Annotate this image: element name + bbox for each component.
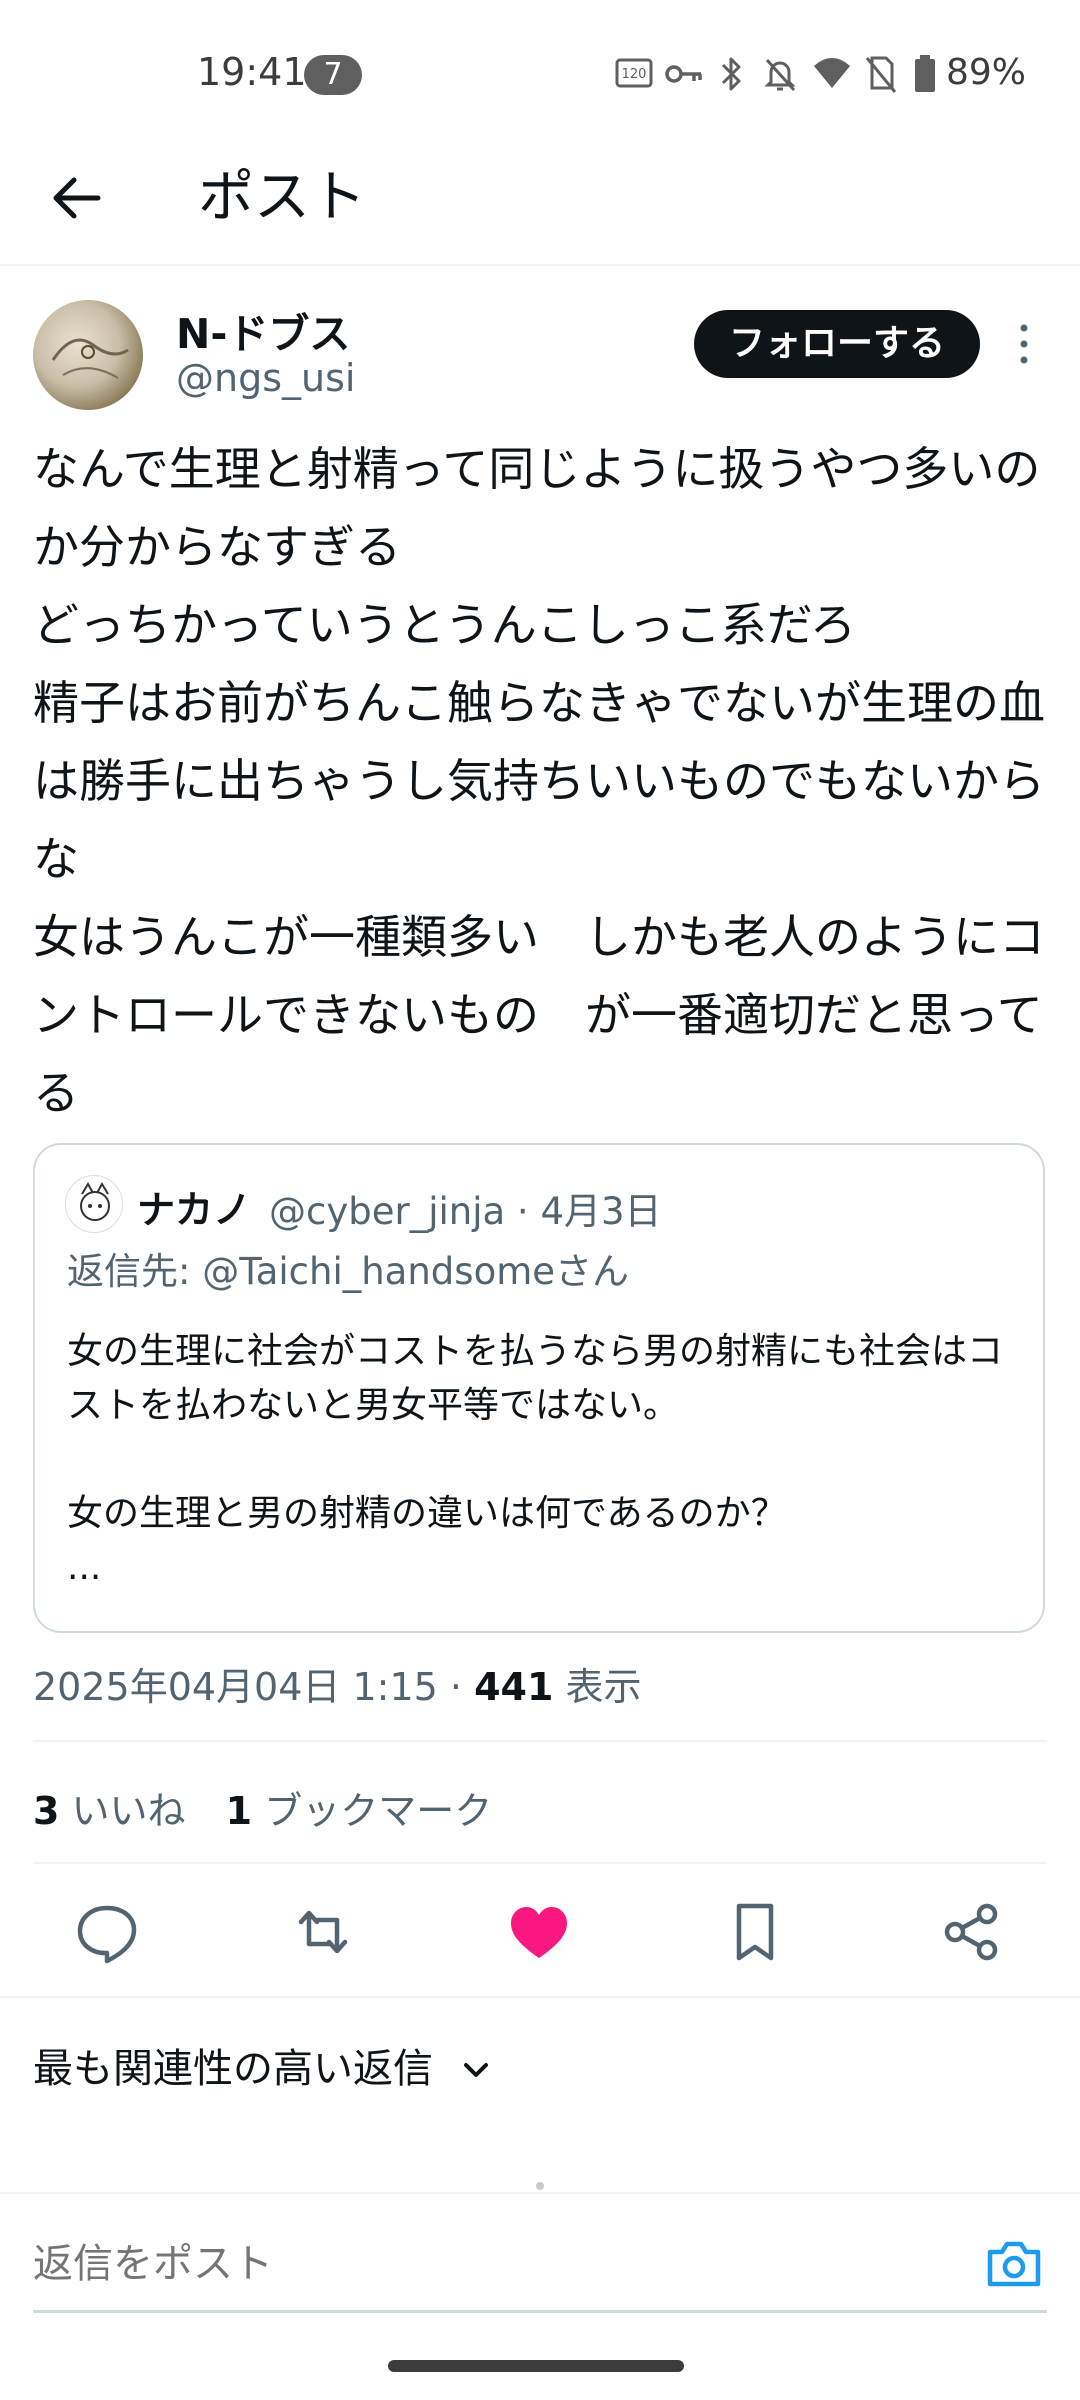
post-text: なんで生理と射精って同じように扱うやつ多いのか分からなすぎる どっちかっていうと…: [33, 442, 1045, 1120]
bookmarks-stat[interactable]: 1 ブックマーク: [226, 1789, 493, 1833]
share-icon: [944, 1903, 998, 1961]
reply-icon: [77, 1905, 137, 1964]
avatar-image: [80, 1182, 110, 1221]
camera-icon: [987, 2241, 1041, 2287]
avatar-image: [51, 338, 129, 379]
battery-percentage: 89%: [946, 52, 1027, 93]
status-clock: 19:41: [197, 50, 307, 94]
notification-count-badge: 7: [304, 55, 362, 95]
home-indicator[interactable]: [388, 2360, 684, 2372]
quoted-author-avatar: [65, 1175, 123, 1233]
author-handle[interactable]: @ngs_usi: [176, 356, 355, 400]
author-avatar[interactable]: [33, 300, 143, 410]
replies-sort-dropdown[interactable]: 最も関連性の高い返信: [33, 2036, 494, 2094]
more-vertical-icon: [1020, 324, 1028, 364]
quoted-post-text: 女の生理に社会がコストを払うなら男の射精にも社会はコストを払わないと男女平等では…: [67, 1331, 1004, 1588]
like-button[interactable]: [499, 1892, 579, 1972]
quoted-post-card[interactable]: ナカノ @cyber_jinja · 4月3日 返信先: @Taichi_han…: [33, 1143, 1045, 1633]
quoted-author-name: ナカノ: [137, 1188, 252, 1232]
author-name[interactable]: N-ドブス: [176, 300, 350, 360]
separator: ·: [449, 1665, 475, 1709]
bluetooth-icon: [721, 57, 741, 91]
no-sim-icon: [865, 56, 897, 93]
status-bar: 19:41 7 120 89%: [0, 0, 1080, 130]
120hz-icon: 120: [615, 58, 653, 88]
bookmark-icon: [736, 1903, 774, 1961]
likes-count: 3: [33, 1789, 60, 1833]
likes-stat[interactable]: 3 いいね: [33, 1789, 198, 1833]
retweet-button[interactable]: [283, 1892, 363, 1972]
divider: [33, 1740, 1047, 1742]
bookmarks-count: 1: [225, 1789, 253, 1833]
replies-sort-label: 最も関連性の高い返信: [33, 2046, 433, 2092]
scroll-indicator: [536, 2182, 544, 2190]
camera-button[interactable]: [982, 2232, 1046, 2296]
divider: [33, 1862, 1047, 1864]
arrow-left-icon: [53, 177, 101, 219]
back-button[interactable]: [40, 160, 116, 236]
bookmark-button[interactable]: [715, 1892, 795, 1972]
mute-icon: [764, 58, 796, 92]
divider: [0, 1996, 1080, 1998]
follow-button[interactable]: フォローする: [694, 310, 980, 378]
views-label: 表示: [565, 1665, 642, 1709]
more-options-button[interactable]: [1006, 316, 1042, 372]
share-button[interactable]: [931, 1892, 1011, 1972]
retweet-icon: [298, 1910, 348, 1954]
engagement-row: 3 いいね 1 ブックマーク: [33, 1780, 492, 1835]
quoted-reply-to: 返信先: @Taichi_handsomeさん: [67, 1250, 630, 1293]
likes-label: いいね: [71, 1789, 186, 1833]
composer-underline: [33, 2310, 1047, 2313]
reply-input[interactable]: [33, 2234, 933, 2294]
bookmarks-label: ブックマーク: [264, 1789, 493, 1833]
post-timestamp: 2025年04月04日 1:15: [33, 1665, 438, 1709]
app-header: ポスト: [0, 130, 1080, 266]
post-timestamp-row: 2025年04月04日 1:15 · 441 表示: [33, 1656, 642, 1711]
svg-text:120: 120: [622, 67, 647, 82]
page-title: ポスト: [198, 165, 366, 230]
reply-button[interactable]: [67, 1892, 147, 1972]
quoted-author-meta: @cyber_jinja · 4月3日: [269, 1190, 662, 1233]
wifi-icon: [814, 58, 850, 88]
divider: [0, 2192, 1080, 2194]
vpn-key-icon: [665, 65, 702, 83]
battery-icon: [915, 55, 935, 92]
heart-icon: [511, 1907, 567, 1958]
chevron-down-icon: [463, 2063, 488, 2077]
views-count: 441: [474, 1665, 554, 1709]
